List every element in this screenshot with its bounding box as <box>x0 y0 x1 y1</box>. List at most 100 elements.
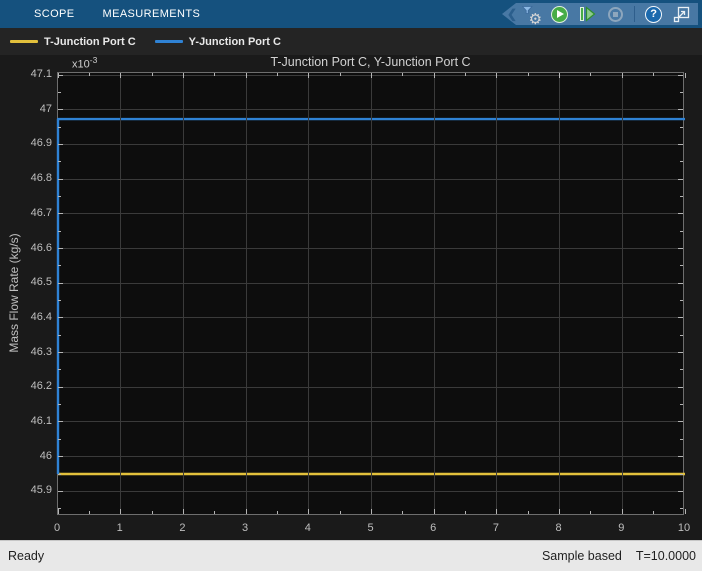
y-major-tick <box>58 248 63 249</box>
y-major-tick <box>678 317 683 318</box>
v-gridline <box>622 73 623 514</box>
x-minor-tick <box>89 511 90 514</box>
x-major-tick <box>685 73 686 78</box>
y-major-tick <box>58 456 63 457</box>
step-forward-button[interactable] <box>578 5 597 24</box>
stop-icon <box>608 7 623 22</box>
tab-measurements[interactable]: MEASUREMENTS <box>89 0 215 28</box>
figure-area: T-Junction Port C, Y-Junction Port C x10… <box>0 55 702 540</box>
chart-title: T-Junction Port C, Y-Junction Port C <box>57 55 684 71</box>
collapse-toolbar-icon[interactable]: ❮ <box>507 7 517 21</box>
toolbar-separator <box>634 6 635 22</box>
stop-button[interactable] <box>606 5 625 24</box>
y-major-tick <box>58 213 63 214</box>
x-major-tick <box>371 509 372 514</box>
y-major-tick <box>678 456 683 457</box>
x-minor-tick <box>465 511 466 514</box>
v-gridline <box>308 73 309 514</box>
legend-item-y-junction[interactable]: Y-Junction Port C <box>155 36 281 48</box>
y-tick-label: 46.4 <box>0 310 52 324</box>
x-major-tick <box>58 73 59 78</box>
y-major-tick <box>58 283 63 284</box>
y-minor-tick <box>680 196 683 197</box>
x-major-tick <box>308 73 309 78</box>
settings-button[interactable]: ⚙ <box>522 5 541 24</box>
v-gridline <box>371 73 372 514</box>
y-minor-tick <box>680 127 683 128</box>
y-major-tick <box>678 75 683 76</box>
y-minor-tick <box>58 92 61 93</box>
legend-label: T-Junction Port C <box>44 36 136 48</box>
v-gridline <box>496 73 497 514</box>
x-tick-label: 3 <box>230 521 260 535</box>
x-tick-label: 4 <box>293 521 323 535</box>
y-minor-tick <box>58 265 61 266</box>
v-gridline <box>246 73 247 514</box>
y-minor-tick <box>680 335 683 336</box>
plot-axes[interactable] <box>57 72 684 515</box>
y-tick-label: 45.9 <box>0 483 52 497</box>
y-tick-label: 46 <box>0 449 52 463</box>
legend-swatch <box>10 40 38 43</box>
legend-bar: T-Junction Port C Y-Junction Port C <box>0 28 702 55</box>
y-major-tick <box>678 144 683 145</box>
x-major-tick <box>246 509 247 514</box>
x-major-tick <box>246 73 247 78</box>
y-tick-label: 46.1 <box>0 414 52 428</box>
y-tick-label: 46.8 <box>0 171 52 185</box>
y-minor-tick <box>680 231 683 232</box>
x-major-tick <box>120 509 121 514</box>
x-major-tick <box>183 73 184 78</box>
run-button[interactable] <box>550 5 569 24</box>
undock-button[interactable] <box>672 5 691 24</box>
help-button[interactable]: ? <box>644 5 663 24</box>
legend-item-t-junction[interactable]: T-Junction Port C <box>10 36 136 48</box>
x-tick-label: 2 <box>167 521 197 535</box>
x-major-tick <box>434 73 435 78</box>
y-tick-label: 46.3 <box>0 345 52 359</box>
x-major-tick <box>496 73 497 78</box>
y-tick-label: 46.9 <box>0 136 52 150</box>
x-minor-tick <box>653 73 654 76</box>
x-minor-tick <box>528 511 529 514</box>
y-minor-tick <box>680 161 683 162</box>
x-tick-label: 0 <box>42 521 72 535</box>
y-major-tick <box>58 144 63 145</box>
x-minor-tick <box>89 73 90 76</box>
x-tick-label: 1 <box>105 521 135 535</box>
y-minor-tick <box>680 300 683 301</box>
x-tick-label: 9 <box>606 521 636 535</box>
x-tick-label: 6 <box>418 521 448 535</box>
y-major-tick <box>678 491 683 492</box>
step-forward-icon <box>579 6 596 22</box>
x-minor-tick <box>402 73 403 76</box>
x-major-tick <box>559 73 560 78</box>
x-tick-label: 7 <box>481 521 511 535</box>
run-icon <box>551 6 568 23</box>
x-minor-tick <box>653 511 654 514</box>
y-major-tick <box>678 213 683 214</box>
x-major-tick <box>183 509 184 514</box>
x-major-tick <box>308 509 309 514</box>
y-minor-tick <box>680 369 683 370</box>
toolstrip: SCOPE MEASUREMENTS ❮ ⚙ <box>0 0 702 28</box>
quick-access-toolbar: ❮ ⚙ ? <box>502 3 698 25</box>
y-major-tick <box>678 283 683 284</box>
tab-scope[interactable]: SCOPE <box>20 0 89 28</box>
v-gridline <box>183 73 184 514</box>
y-minor-tick <box>680 439 683 440</box>
gear-icon: ⚙ <box>529 12 542 27</box>
y-tick-label: 46.6 <box>0 241 52 255</box>
y-major-tick <box>678 109 683 110</box>
y-major-tick <box>58 75 63 76</box>
x-minor-tick <box>277 73 278 76</box>
y-tick-label: 47.1 <box>0 67 52 81</box>
x-minor-tick <box>465 73 466 76</box>
y-minor-tick <box>58 404 61 405</box>
x-major-tick <box>496 509 497 514</box>
y-minor-tick <box>58 369 61 370</box>
y-minor-tick <box>58 231 61 232</box>
x-minor-tick <box>214 73 215 76</box>
y-major-tick <box>678 352 683 353</box>
v-gridline <box>559 73 560 514</box>
